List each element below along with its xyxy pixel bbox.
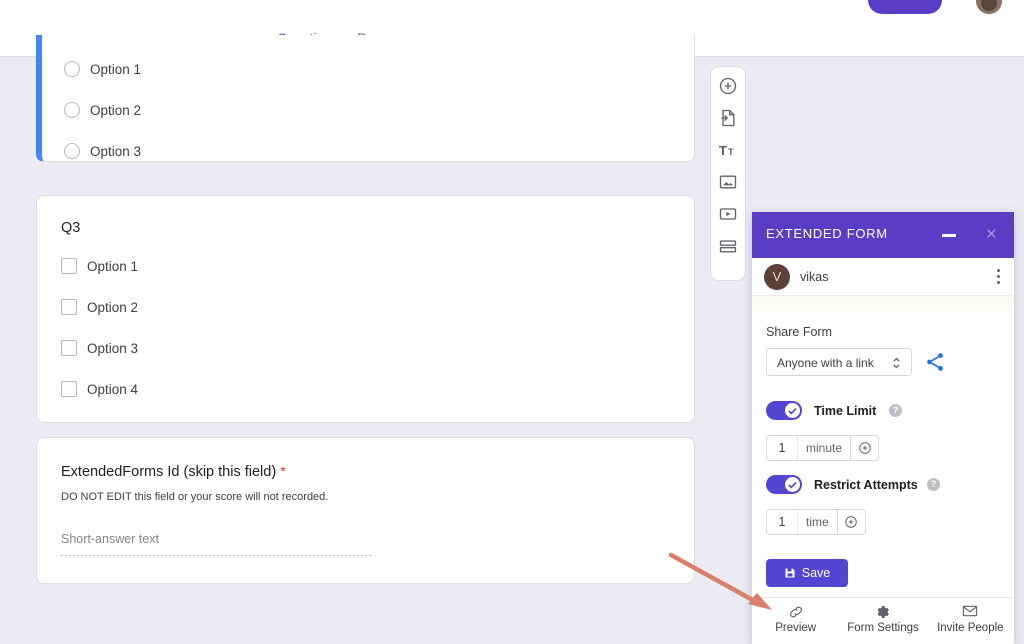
- google-forms-editor-screen: Questions Responses 65 Total points: 10 …: [0, 0, 1024, 644]
- panel-header: EXTENDED FORM ×: [752, 212, 1014, 258]
- footer-item-form-settings[interactable]: Form Settings: [839, 598, 926, 644]
- restrict-attempts-stepper[interactable]: time: [766, 509, 866, 535]
- toggle-knob: [785, 403, 800, 418]
- checkbox-option-4[interactable]: [61, 381, 77, 397]
- close-icon[interactable]: ×: [986, 222, 997, 248]
- add-question-icon[interactable]: [718, 76, 738, 96]
- option-label: Option 1: [87, 259, 138, 274]
- link-icon: [752, 604, 839, 620]
- restrict-attempts-toggle[interactable]: [766, 475, 802, 494]
- required-asterisk: *: [280, 463, 285, 479]
- option-label: Option 2: [87, 300, 138, 315]
- add-title-icon[interactable]: T T: [718, 140, 738, 160]
- chevron-updown-icon: [892, 355, 901, 371]
- share-scope-value: Anyone with a link: [777, 356, 874, 370]
- editor-tool-rail: T T: [710, 66, 746, 281]
- restrict-attempts-input[interactable]: [767, 510, 797, 534]
- time-limit-toggle[interactable]: [766, 401, 802, 420]
- time-limit-unit: minute: [797, 436, 850, 460]
- question-title-text: ExtendedForms Id (skip this field): [61, 464, 276, 480]
- time-limit-input[interactable]: [767, 436, 797, 460]
- save-button[interactable]: Save: [766, 559, 848, 587]
- save-button-label: Save: [802, 566, 831, 580]
- toggle-knob: [785, 477, 800, 492]
- extended-form-panel: EXTENDED FORM × V vikas Share Form Anyon…: [752, 212, 1014, 644]
- time-limit-stepper[interactable]: minute: [766, 435, 879, 461]
- panel-footer: Preview Form Settings: [752, 597, 1014, 644]
- time-limit-increment-icon[interactable]: [850, 436, 878, 460]
- question-title: ExtendedForms Id (skip this field) *: [61, 463, 286, 480]
- gear-icon: [839, 604, 926, 620]
- footer-label: Form Settings: [839, 622, 926, 634]
- floppy-disk-icon: [784, 567, 796, 579]
- add-image-icon[interactable]: [718, 172, 738, 192]
- question-description: DO NOT EDIT this field or your score wil…: [61, 491, 328, 503]
- footer-label: Invite People: [927, 622, 1014, 634]
- check-icon: [788, 481, 797, 489]
- question-title: Q3: [61, 220, 80, 236]
- share-form-label: Share Form: [766, 325, 832, 339]
- panel-body: Share Form Anyone with a link: [752, 311, 1014, 601]
- minimize-icon[interactable]: [942, 234, 956, 237]
- option-label: Option 4: [87, 382, 138, 397]
- restrict-attempts-label: Restrict Attempts: [814, 478, 918, 492]
- short-answer-underline: [61, 555, 371, 556]
- envelope-icon: [927, 604, 1014, 620]
- question-card-q3[interactable]: Q3 Option 1 Option 2 Option 3 Option 4: [36, 195, 695, 423]
- checkbox-option-2[interactable]: [61, 299, 77, 315]
- option-label: Option 1: [90, 62, 141, 77]
- restrict-attempts-unit: time: [797, 510, 837, 534]
- option-label: Option 2: [90, 103, 141, 118]
- radio-option-1[interactable]: [64, 61, 80, 77]
- svg-text:T: T: [719, 143, 727, 158]
- footer-item-invite-people[interactable]: Invite People: [927, 598, 1014, 644]
- question-card-extendedforms-id[interactable]: ExtendedForms Id (skip this field) * DO …: [36, 437, 695, 584]
- help-icon[interactable]: ?: [889, 404, 902, 417]
- footer-item-preview[interactable]: Preview: [752, 598, 839, 644]
- option-label: Option 3: [90, 144, 141, 159]
- overflow-menu-icon[interactable]: [997, 269, 1000, 287]
- question-card-radio[interactable]: Option 1 Option 2 Option 3: [36, 35, 695, 162]
- panel-title: EXTENDED FORM: [766, 226, 888, 241]
- short-answer-placeholder: Short-answer text: [61, 532, 159, 546]
- add-video-icon[interactable]: [718, 204, 738, 224]
- checkbox-option-1[interactable]: [61, 258, 77, 274]
- send-button[interactable]: [868, 0, 942, 14]
- restrict-attempts-increment-icon[interactable]: [837, 510, 865, 534]
- user-name: vikas: [800, 270, 828, 284]
- help-icon[interactable]: ?: [927, 478, 940, 491]
- form-canvas: Option 1 Option 2 Option 3 Q3 Option 1 O…: [0, 57, 1024, 644]
- option-label: Option 3: [87, 341, 138, 356]
- checkbox-option-3[interactable]: [61, 340, 77, 356]
- footer-label: Preview: [752, 622, 839, 634]
- add-section-icon[interactable]: [718, 236, 738, 256]
- share-scope-select[interactable]: Anyone with a link: [766, 348, 912, 376]
- share-icon[interactable]: [924, 351, 946, 373]
- radio-option-2[interactable]: [64, 102, 80, 118]
- panel-notice-strip: [752, 296, 1014, 311]
- account-avatar[interactable]: [976, 0, 1002, 14]
- radio-option-3[interactable]: [64, 143, 80, 159]
- svg-text:T: T: [728, 147, 734, 157]
- check-icon: [788, 407, 797, 415]
- import-questions-icon[interactable]: [718, 108, 738, 128]
- avatar: V: [764, 264, 790, 290]
- time-limit-label: Time Limit: [814, 404, 876, 418]
- panel-user-row: V vikas: [752, 258, 1014, 296]
